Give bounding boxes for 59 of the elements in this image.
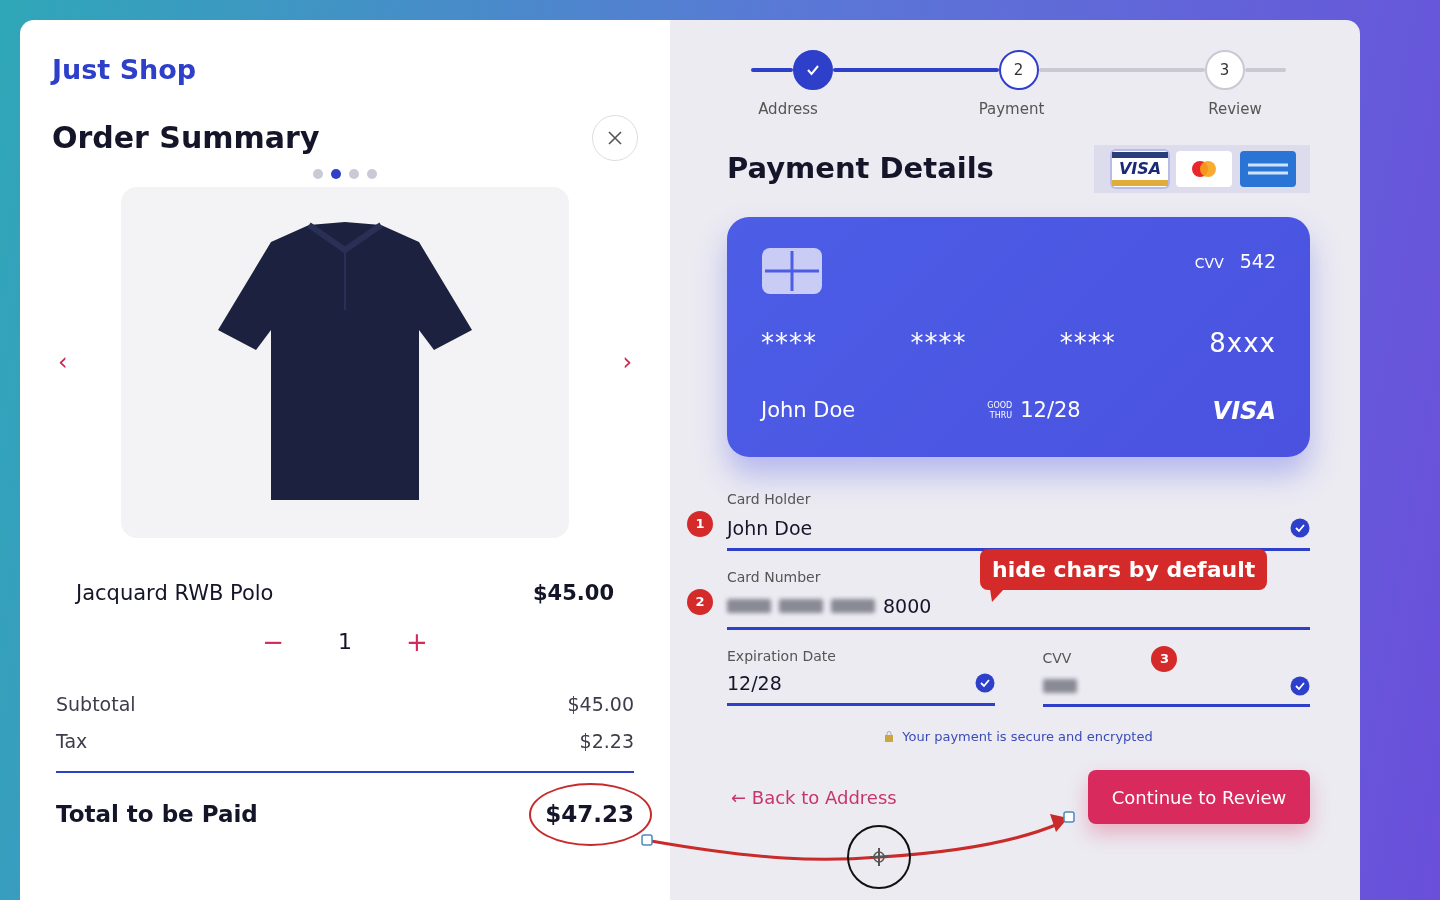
step-label: Payment: [977, 99, 1046, 120]
total-value: $47.23: [545, 801, 634, 827]
summary-value: $45.00: [567, 692, 634, 717]
step-label: Review: [1207, 99, 1263, 120]
close-icon: [607, 129, 623, 146]
back-link[interactable]: ← Back to Address: [731, 783, 897, 811]
card-expiry: 12/28: [1020, 396, 1081, 424]
field-label: CVV: [1042, 649, 1072, 668]
card-cvv: 542: [1239, 248, 1276, 274]
visa-logo[interactable]: VISA: [1112, 150, 1168, 187]
brand-logo[interactable]: Just Shop: [52, 50, 638, 91]
carousel-dot[interactable]: [331, 168, 341, 179]
product-name: Jacquard RWB Polo: [76, 579, 274, 607]
card-holder-name: John Doe: [761, 396, 856, 424]
step-indicator[interactable]: [792, 50, 833, 90]
field-value: John Doe: [727, 515, 813, 541]
step-indicator[interactable]: 2: [998, 50, 1039, 90]
secure-note: Your payment is secure and encrypted: [902, 727, 1153, 746]
total-label: Total to be Paid: [56, 800, 258, 829]
close-button[interactable]: [592, 114, 638, 161]
input-field[interactable]: 12/28: [727, 668, 995, 706]
good-thru-label: GOOD THRU: [987, 400, 1013, 421]
summary-label: Subtotal: [56, 692, 136, 717]
annotation-callout: hide chars by default: [980, 549, 1268, 602]
product-price: $45.00: [532, 579, 614, 607]
carousel-dot[interactable]: [367, 168, 377, 179]
lock-icon: [884, 730, 895, 743]
field-label: Card Number: [727, 568, 821, 587]
card-number-group: ****: [761, 324, 817, 363]
step-label: Address: [757, 99, 819, 120]
chip-icon: [761, 246, 823, 295]
field-value: 12/28: [727, 670, 782, 696]
mastercard-icon[interactable]: [1176, 150, 1232, 187]
order-summary-title: Order Summary: [52, 119, 320, 157]
decrement-button[interactable]: −: [256, 627, 290, 656]
field-value: 8000: [883, 594, 932, 619]
annotation-marker: 2: [687, 589, 713, 615]
annotation-marker: 1: [687, 510, 713, 537]
card-network-logo: VISA: [1212, 395, 1276, 427]
payment-details-title: Payment Details: [727, 149, 994, 187]
cursor-drawing: [847, 825, 911, 889]
step-indicator[interactable]: 3: [1204, 50, 1245, 90]
card-cvv-label: CVV: [1194, 253, 1224, 273]
carousel-dot[interactable]: [349, 168, 359, 179]
field-label: Card Holder: [727, 489, 811, 509]
amex-card-icon[interactable]: [1240, 150, 1296, 187]
carousel-dot[interactable]: [313, 168, 323, 179]
card-number-group: ****: [910, 324, 967, 363]
input-field[interactable]: 8000: [727, 592, 1310, 630]
quantity-value: 1: [338, 628, 352, 656]
summary-label: Tax: [56, 728, 88, 754]
card-number-group: 8xxx: [1209, 324, 1276, 363]
field-label: Expiration Date: [727, 646, 836, 666]
callout-pointer-icon: [990, 589, 1004, 602]
annotation-marker: 3: [1151, 645, 1178, 672]
summary-value: $2.23: [579, 728, 634, 754]
continue-button[interactable]: Continue to Review: [1088, 770, 1310, 824]
increment-button[interactable]: +: [400, 627, 434, 656]
card-number-group: ****: [1059, 324, 1116, 363]
